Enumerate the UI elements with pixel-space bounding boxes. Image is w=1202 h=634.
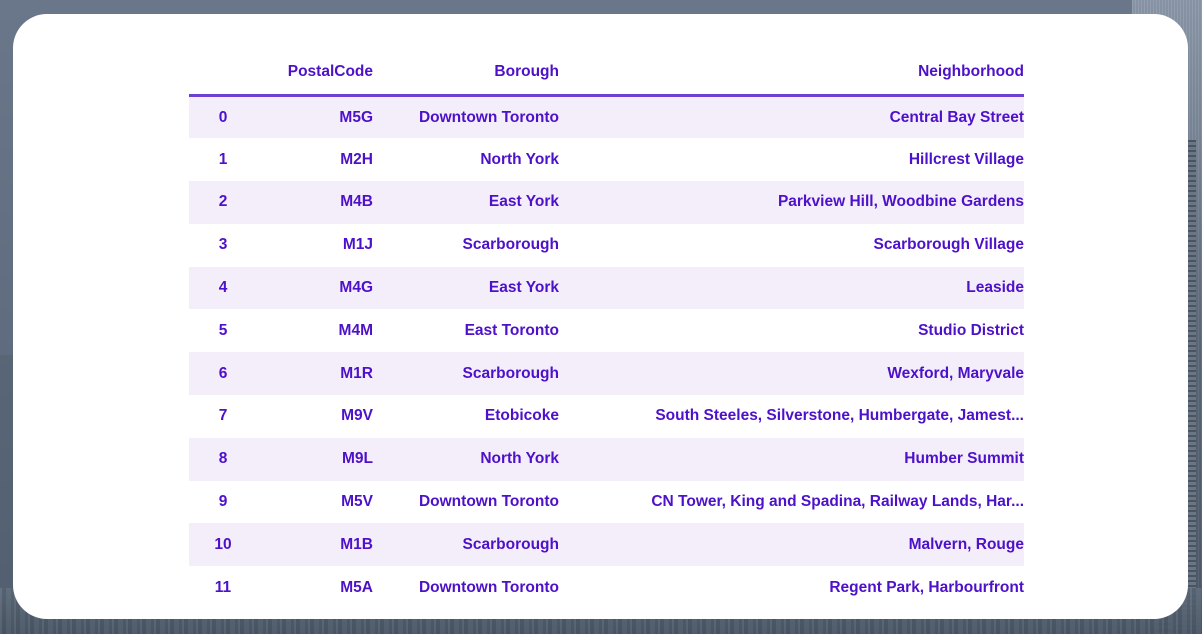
row-index: 8 <box>218 450 228 468</box>
table-header-row: PostalCode Borough Neighborhood <box>189 50 1024 97</box>
cell-borough: Downtown Toronto <box>418 578 559 596</box>
cell-borough: Etobicoke <box>484 407 559 425</box>
cell-neighborhood: Hillcrest Village <box>908 150 1024 168</box>
cell-postalcode: M9L <box>342 450 373 468</box>
cell-neighborhood: Parkview Hill, Woodbine Gardens <box>777 193 1024 211</box>
table-row: 1 M2H North York Hillcrest Village <box>189 138 1024 182</box>
row-index: 11 <box>214 578 232 596</box>
row-index: 6 <box>218 364 228 382</box>
cell-neighborhood: CN Tower, King and Spadina, Railway Land… <box>651 493 1024 511</box>
cell-postalcode: M4M <box>338 321 373 339</box>
cell-postalcode: M9V <box>341 407 373 425</box>
column-header-neighborhood: Neighborhood <box>559 50 1024 97</box>
row-index: 1 <box>218 150 228 168</box>
cell-neighborhood: Studio District <box>918 321 1024 339</box>
row-index: 2 <box>218 193 228 211</box>
table-row: 11 M5A Downtown Toronto Regent Park, Harbou… <box>189 566 1024 610</box>
column-header-postalcode: PostalCode <box>257 50 373 97</box>
table-row: 5 M4M East Toronto Studio District <box>189 309 1024 353</box>
cell-postalcode: M5A <box>340 578 373 596</box>
table-row: 4 M4G East York Leaside <box>189 266 1024 310</box>
cell-borough: Downtown Toronto <box>418 493 559 511</box>
table-row: 9 M5V Downtown Toronto CN Tower, King and S… <box>189 480 1024 524</box>
row-index: 0 <box>218 108 228 126</box>
table-row: 3 M1J Scarborough Scarborough Village <box>189 223 1024 267</box>
cell-borough: Scarborough <box>462 236 559 254</box>
table-row: 2 M4B East York Parkview Hill, Woodbine Gar… <box>189 181 1024 224</box>
row-index: 4 <box>218 279 228 297</box>
cell-postalcode: M1J <box>342 236 373 254</box>
row-index: 7 <box>218 407 228 425</box>
table-header: PostalCode Borough Neighborhood <box>189 50 1024 97</box>
cell-postalcode: M4B <box>340 193 373 211</box>
cell-borough: North York <box>480 450 559 468</box>
cell-neighborhood: Humber Summit <box>904 450 1024 468</box>
content-card: PostalCode Borough Neighborhood 0 M5G Down… <box>13 14 1188 619</box>
row-index: 3 <box>218 236 228 254</box>
dataframe-table-container: PostalCode Borough Neighborhood 0 M5G Down… <box>189 50 1024 610</box>
row-index: 5 <box>218 321 228 339</box>
table-row: 10 M1B Scarborough Malvern, Rouge <box>189 523 1024 567</box>
cell-neighborhood: Malvern, Rouge <box>908 535 1024 553</box>
table-row: 0 M5G Downtown Toronto Central Bay Street <box>189 95 1024 139</box>
cell-borough: North York <box>480 150 559 168</box>
table-row: 6 M1R Scarborough Wexford, Maryvale <box>189 352 1024 396</box>
table-row: 8 M9L North York Humber Summit <box>189 437 1024 481</box>
cell-neighborhood: South Steeles, Silverstone, Humbergate, … <box>655 407 1024 425</box>
cell-neighborhood: Wexford, Maryvale <box>887 364 1024 382</box>
table-row: 7 M9V Etobicoke South Steeles, Silverstone,… <box>189 395 1024 438</box>
row-index: 10 <box>214 535 232 553</box>
cell-postalcode: M5V <box>341 493 373 511</box>
cell-postalcode: M4G <box>339 279 373 297</box>
cell-neighborhood: Scarborough Village <box>873 236 1024 254</box>
cell-postalcode: M5G <box>339 108 373 126</box>
cell-borough: Downtown Toronto <box>418 108 559 126</box>
column-header-borough: Borough <box>373 50 559 97</box>
cell-borough: East York <box>488 279 559 297</box>
cell-borough: Scarborough <box>462 364 559 382</box>
dataframe-table: PostalCode Borough Neighborhood 0 M5G Down… <box>189 50 1024 610</box>
cell-neighborhood: Central Bay Street <box>889 108 1024 126</box>
cell-postalcode: M1R <box>340 364 373 382</box>
cell-postalcode: M1B <box>340 535 373 553</box>
cell-neighborhood: Regent Park, Harbourfront <box>829 578 1024 596</box>
cell-borough: East York <box>488 193 559 211</box>
cell-borough: East Toronto <box>464 321 559 339</box>
cell-neighborhood: Leaside <box>966 279 1024 297</box>
row-index: 9 <box>218 493 228 511</box>
cell-borough: Scarborough <box>462 535 559 553</box>
table-body: 0 M5G Downtown Toronto Central Bay Street 1 M… <box>189 95 1024 610</box>
cell-postalcode: M2H <box>340 150 373 168</box>
column-header-index <box>189 50 257 97</box>
